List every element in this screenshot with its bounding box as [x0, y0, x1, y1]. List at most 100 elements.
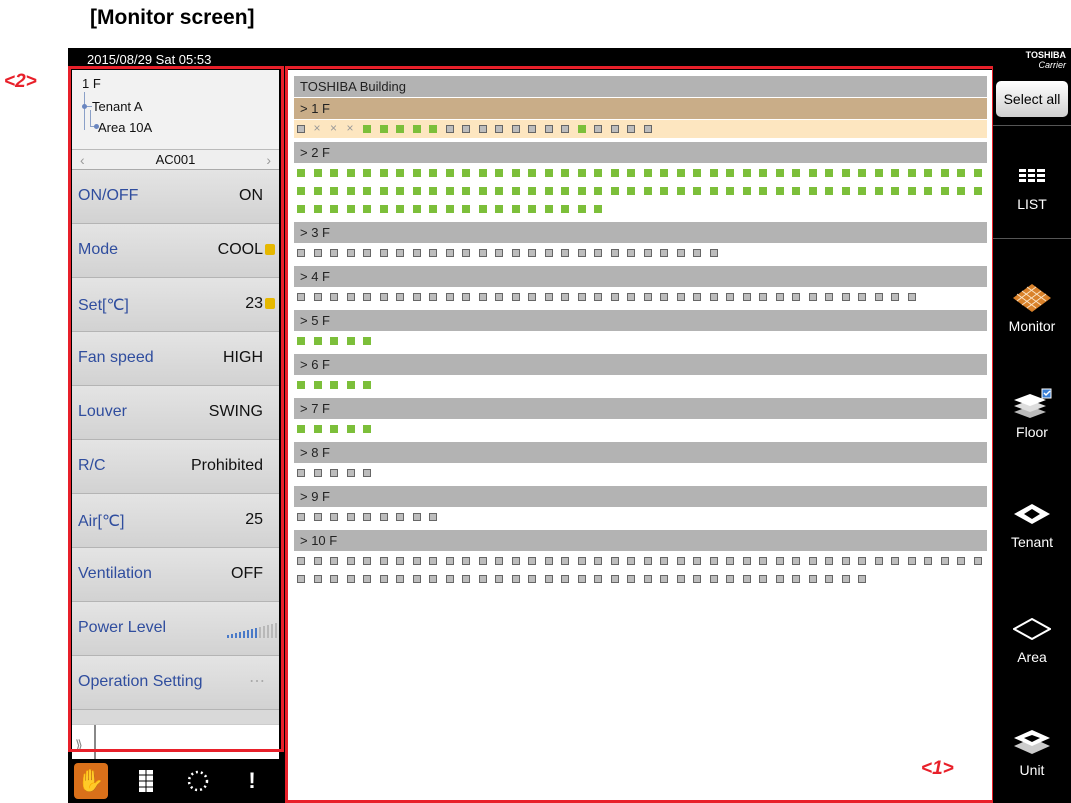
unit-on-cell[interactable]: [891, 169, 899, 177]
unit-on-cell[interactable]: [693, 187, 701, 195]
property-operation-setting[interactable]: Operation Setting ⋯: [72, 656, 279, 710]
unit-on-cell[interactable]: [676, 187, 685, 195]
unit-on-cell[interactable]: [297, 381, 305, 389]
unit-off-cell[interactable]: [627, 125, 635, 133]
unit-error-cell[interactable]: ×: [347, 122, 357, 134]
unit-off-cell[interactable]: [313, 293, 322, 301]
unit-on-cell[interactable]: [429, 125, 437, 133]
unit-on-cell[interactable]: [346, 381, 355, 389]
unit-on-cell[interactable]: [577, 169, 586, 177]
unit-off-cell[interactable]: [825, 575, 833, 583]
unit-off-cell[interactable]: [693, 249, 701, 257]
unit-off-cell[interactable]: [808, 293, 817, 301]
unit-off-cell[interactable]: [396, 293, 404, 301]
floor-header[interactable]: > 9 F: [294, 486, 987, 507]
unit-off-cell[interactable]: [330, 513, 338, 521]
unit-selector[interactable]: ‹ AC001 ›: [72, 150, 279, 170]
unit-off-cell[interactable]: [412, 557, 421, 565]
unit-off-cell[interactable]: [528, 293, 536, 301]
unit-on-cell[interactable]: [561, 169, 569, 177]
unit-off-cell[interactable]: [495, 249, 503, 257]
unit-off-cell[interactable]: [396, 249, 404, 257]
unit-on-cell[interactable]: [594, 169, 602, 177]
unit-on-cell[interactable]: [742, 187, 751, 195]
unit-on-cell[interactable]: [544, 187, 553, 195]
unit-on-cell[interactable]: [874, 187, 883, 195]
unit-on-cell[interactable]: [495, 205, 503, 213]
unit-off-cell[interactable]: [445, 249, 454, 257]
unit-on-cell[interactable]: [825, 169, 833, 177]
unit-off-cell[interactable]: [610, 575, 619, 583]
unit-off-cell[interactable]: [363, 575, 371, 583]
unit-off-cell[interactable]: [561, 557, 569, 565]
unit-on-cell[interactable]: [726, 169, 734, 177]
unit-on-cell[interactable]: [313, 187, 322, 195]
unit-off-cell[interactable]: [297, 469, 305, 477]
unit-off-cell[interactable]: [891, 293, 899, 301]
unit-off-cell[interactable]: [346, 469, 355, 477]
unit-off-cell[interactable]: [709, 575, 718, 583]
unit-off-cell[interactable]: [313, 249, 322, 257]
unit-off-cell[interactable]: [742, 575, 751, 583]
unit-off-cell[interactable]: [528, 125, 536, 133]
property-ventilation[interactable]: Ventilation OFF: [72, 548, 279, 602]
unit-off-cell[interactable]: [561, 125, 569, 133]
unit-on-cell[interactable]: [528, 169, 536, 177]
unit-off-cell[interactable]: [775, 575, 784, 583]
unit-off-cell[interactable]: [511, 557, 520, 565]
unit-on-cell[interactable]: [544, 169, 553, 177]
unit-off-cell[interactable]: [676, 293, 685, 301]
unit-off-cell[interactable]: [775, 557, 784, 565]
unit-off-cell[interactable]: [759, 293, 767, 301]
unit-off-cell[interactable]: [594, 249, 602, 257]
unit-on-cell[interactable]: [973, 187, 982, 195]
unit-on-cell[interactable]: [313, 205, 322, 213]
unit-on-cell[interactable]: [297, 337, 305, 345]
unit-off-cell[interactable]: [429, 575, 437, 583]
unit-off-cell[interactable]: [693, 575, 701, 583]
unit-off-cell[interactable]: [610, 293, 619, 301]
unit-on-cell[interactable]: [297, 425, 305, 433]
unit-off-cell[interactable]: [676, 575, 685, 583]
unit-on-cell[interactable]: [330, 425, 338, 433]
unit-on-cell[interactable]: [594, 205, 602, 213]
unit-off-cell[interactable]: [825, 293, 833, 301]
unit-on-cell[interactable]: [957, 169, 965, 177]
tree-tenant[interactable]: Tenant A: [92, 99, 143, 114]
unit-on-cell[interactable]: [429, 205, 437, 213]
unit-off-cell[interactable]: [379, 575, 388, 583]
unit-on-cell[interactable]: [330, 205, 338, 213]
nav-floor[interactable]: Floor: [993, 388, 1071, 440]
unit-off-cell[interactable]: [792, 575, 800, 583]
unit-off-cell[interactable]: [346, 249, 355, 257]
unit-off-cell[interactable]: [627, 293, 635, 301]
unit-on-cell[interactable]: [363, 425, 371, 433]
unit-on-cell[interactable]: [841, 169, 850, 177]
unit-off-cell[interactable]: [297, 125, 305, 133]
unit-on-cell[interactable]: [462, 205, 470, 213]
unit-on-cell[interactable]: [924, 187, 932, 195]
unit-off-cell[interactable]: [346, 575, 355, 583]
unit-off-cell[interactable]: [577, 249, 586, 257]
unit-on-cell[interactable]: [511, 205, 520, 213]
unit-off-cell[interactable]: [594, 125, 602, 133]
unit-on-cell[interactable]: [396, 169, 404, 177]
unit-off-cell[interactable]: [627, 249, 635, 257]
unit-off-cell[interactable]: [660, 575, 668, 583]
unit-off-cell[interactable]: [660, 557, 668, 565]
unit-off-cell[interactable]: [396, 557, 404, 565]
unit-off-cell[interactable]: [511, 575, 520, 583]
unit-on-cell[interactable]: [825, 187, 833, 195]
unit-off-cell[interactable]: [759, 575, 767, 583]
property-on-off[interactable]: ON/OFF ON: [72, 170, 279, 224]
unit-off-cell[interactable]: [874, 293, 883, 301]
floor-header[interactable]: > 7 F: [294, 398, 987, 419]
unit-off-cell[interactable]: [346, 293, 355, 301]
unit-on-cell[interactable]: [808, 187, 817, 195]
unit-on-cell[interactable]: [742, 169, 751, 177]
unit-on-cell[interactable]: [445, 187, 454, 195]
unit-on-cell[interactable]: [412, 169, 421, 177]
unit-off-cell[interactable]: [363, 469, 371, 477]
unit-off-cell[interactable]: [693, 293, 701, 301]
unit-off-cell[interactable]: [330, 557, 338, 565]
